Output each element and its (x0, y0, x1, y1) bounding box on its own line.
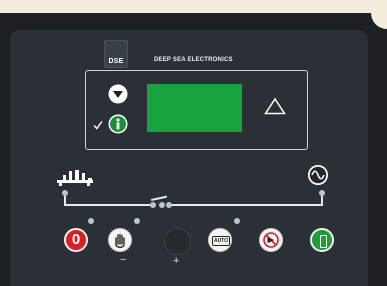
start-button[interactable] (164, 228, 191, 255)
dse-logo: DSE (104, 40, 128, 68)
stop-button[interactable]: 0 (64, 228, 88, 252)
checkmark-icon (93, 121, 103, 130)
auto-label: AUTO (212, 236, 230, 246)
auto-led (234, 218, 240, 224)
up-triangle-icon[interactable] (264, 97, 286, 115)
gen-available-led (62, 190, 68, 196)
wire-mains-vertical (321, 196, 323, 205)
generator-icon (57, 170, 93, 186)
hand-icon (115, 233, 125, 248)
breaker-pivot-led (159, 202, 165, 208)
stop-label: 0 (71, 231, 81, 248)
wire-right-horizontal (169, 204, 323, 206)
logo-text: DSE (108, 58, 124, 65)
stop-led (88, 218, 94, 224)
down-arrow-icon[interactable] (108, 84, 128, 104)
gen-breaker-led (150, 202, 156, 208)
info-icon[interactable] (108, 114, 128, 134)
manual-minus-label: − (120, 254, 127, 266)
mains-bar-icon (320, 235, 327, 248)
auto-button[interactable]: AUTO (208, 228, 232, 252)
start-plus-label: + (173, 255, 180, 267)
mains-available-led (319, 190, 325, 196)
mains-sine-icon (308, 165, 328, 185)
mains-breaker-led (166, 202, 172, 208)
manual-button[interactable] (108, 228, 132, 252)
gen-breaker-button[interactable] (259, 228, 283, 252)
brand-name: DEEP SEA ELECTRONICS (154, 57, 233, 63)
breaker-toggle-icon (263, 232, 279, 248)
mains-breaker-button[interactable] (310, 228, 334, 252)
manual-led (134, 218, 140, 224)
wire-left-horizontal (64, 204, 152, 206)
lcd-screen (147, 84, 242, 132)
